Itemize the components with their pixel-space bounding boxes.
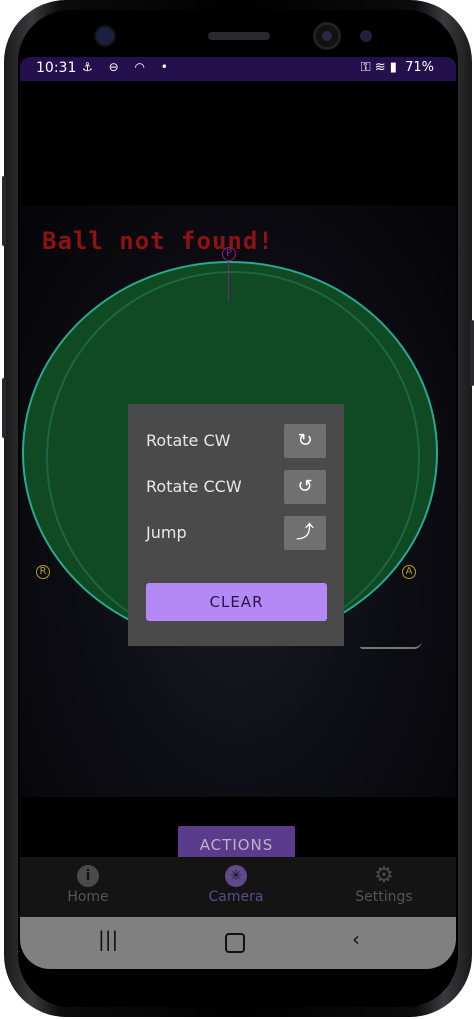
proximity-sensor (96, 27, 114, 45)
power-button (470, 320, 474, 386)
system-navigation-bar: ||| ‹ (20, 917, 456, 969)
ball-status-message: Ball not found! (42, 227, 274, 255)
actions-popup: Rotate CW ↻ Rotate CCW ↺ Jump ⤴ CLEAR (128, 404, 344, 646)
jump-label: Jump (146, 523, 187, 542)
earpiece-speaker (208, 32, 270, 40)
nav-camera[interactable]: ✳ Camera (176, 865, 296, 905)
system-icons: ⚿ ≋ ▮ (360, 60, 397, 75)
iris-sensor (360, 30, 372, 42)
gear-icon: ⚙ (374, 863, 394, 888)
marker-top: P (222, 247, 236, 261)
cable (360, 641, 422, 649)
marker-right: A (402, 565, 416, 579)
rotate-ccw-icon[interactable]: ↺ (284, 470, 326, 504)
marker-line (228, 261, 229, 301)
back-button[interactable]: ‹ (352, 927, 360, 951)
nav-home-label: Home (67, 889, 109, 905)
status-bar: 10:31 ⚓ ⊖ ◠ • ⚿ ≋ ▮ 71% (20, 57, 456, 81)
nav-camera-label: Camera (208, 889, 264, 905)
volume-button (2, 176, 6, 246)
battery-percent: 71% (405, 60, 434, 75)
action-row-rotate-ccw: Rotate CCW ↺ (146, 470, 326, 504)
status-time: 10:31 (36, 60, 77, 76)
action-row-rotate-cw: Rotate CW ↻ (146, 424, 326, 458)
camera-aperture-icon: ✳ (225, 865, 247, 887)
jump-icon[interactable]: ⤴ (284, 516, 326, 550)
home-button[interactable] (225, 933, 245, 953)
nav-settings-label: Settings (355, 889, 413, 905)
info-icon: i (77, 865, 99, 887)
action-row-jump: Jump ⤴ (146, 516, 326, 550)
marker-left: R (36, 565, 50, 579)
rotate-cw-icon[interactable]: ↻ (284, 424, 326, 458)
screen: 10:31 ⚓ ⊖ ◠ • ⚿ ≋ ▮ 71% Ball not found! … (20, 57, 456, 969)
recents-button[interactable]: ||| (98, 927, 118, 951)
front-camera (316, 25, 338, 47)
nav-settings[interactable]: ⚙ Settings (324, 863, 444, 906)
bixby-button (2, 378, 6, 438)
clear-button[interactable]: CLEAR (146, 583, 327, 621)
status-right: ⚿ ≋ ▮ 71% (357, 60, 434, 75)
rotate-ccw-label: Rotate CCW (146, 477, 242, 496)
notification-icons: ⚓ ⊖ ◠ • (82, 60, 174, 74)
camera-view: Ball not found! P R A Rotate CW ↻ Rotate… (20, 81, 456, 864)
nav-home[interactable]: i Home (28, 865, 148, 905)
bottom-navigation: i Home ✳ Camera ⚙ Settings (20, 857, 456, 917)
rotate-cw-label: Rotate CW (146, 431, 231, 450)
